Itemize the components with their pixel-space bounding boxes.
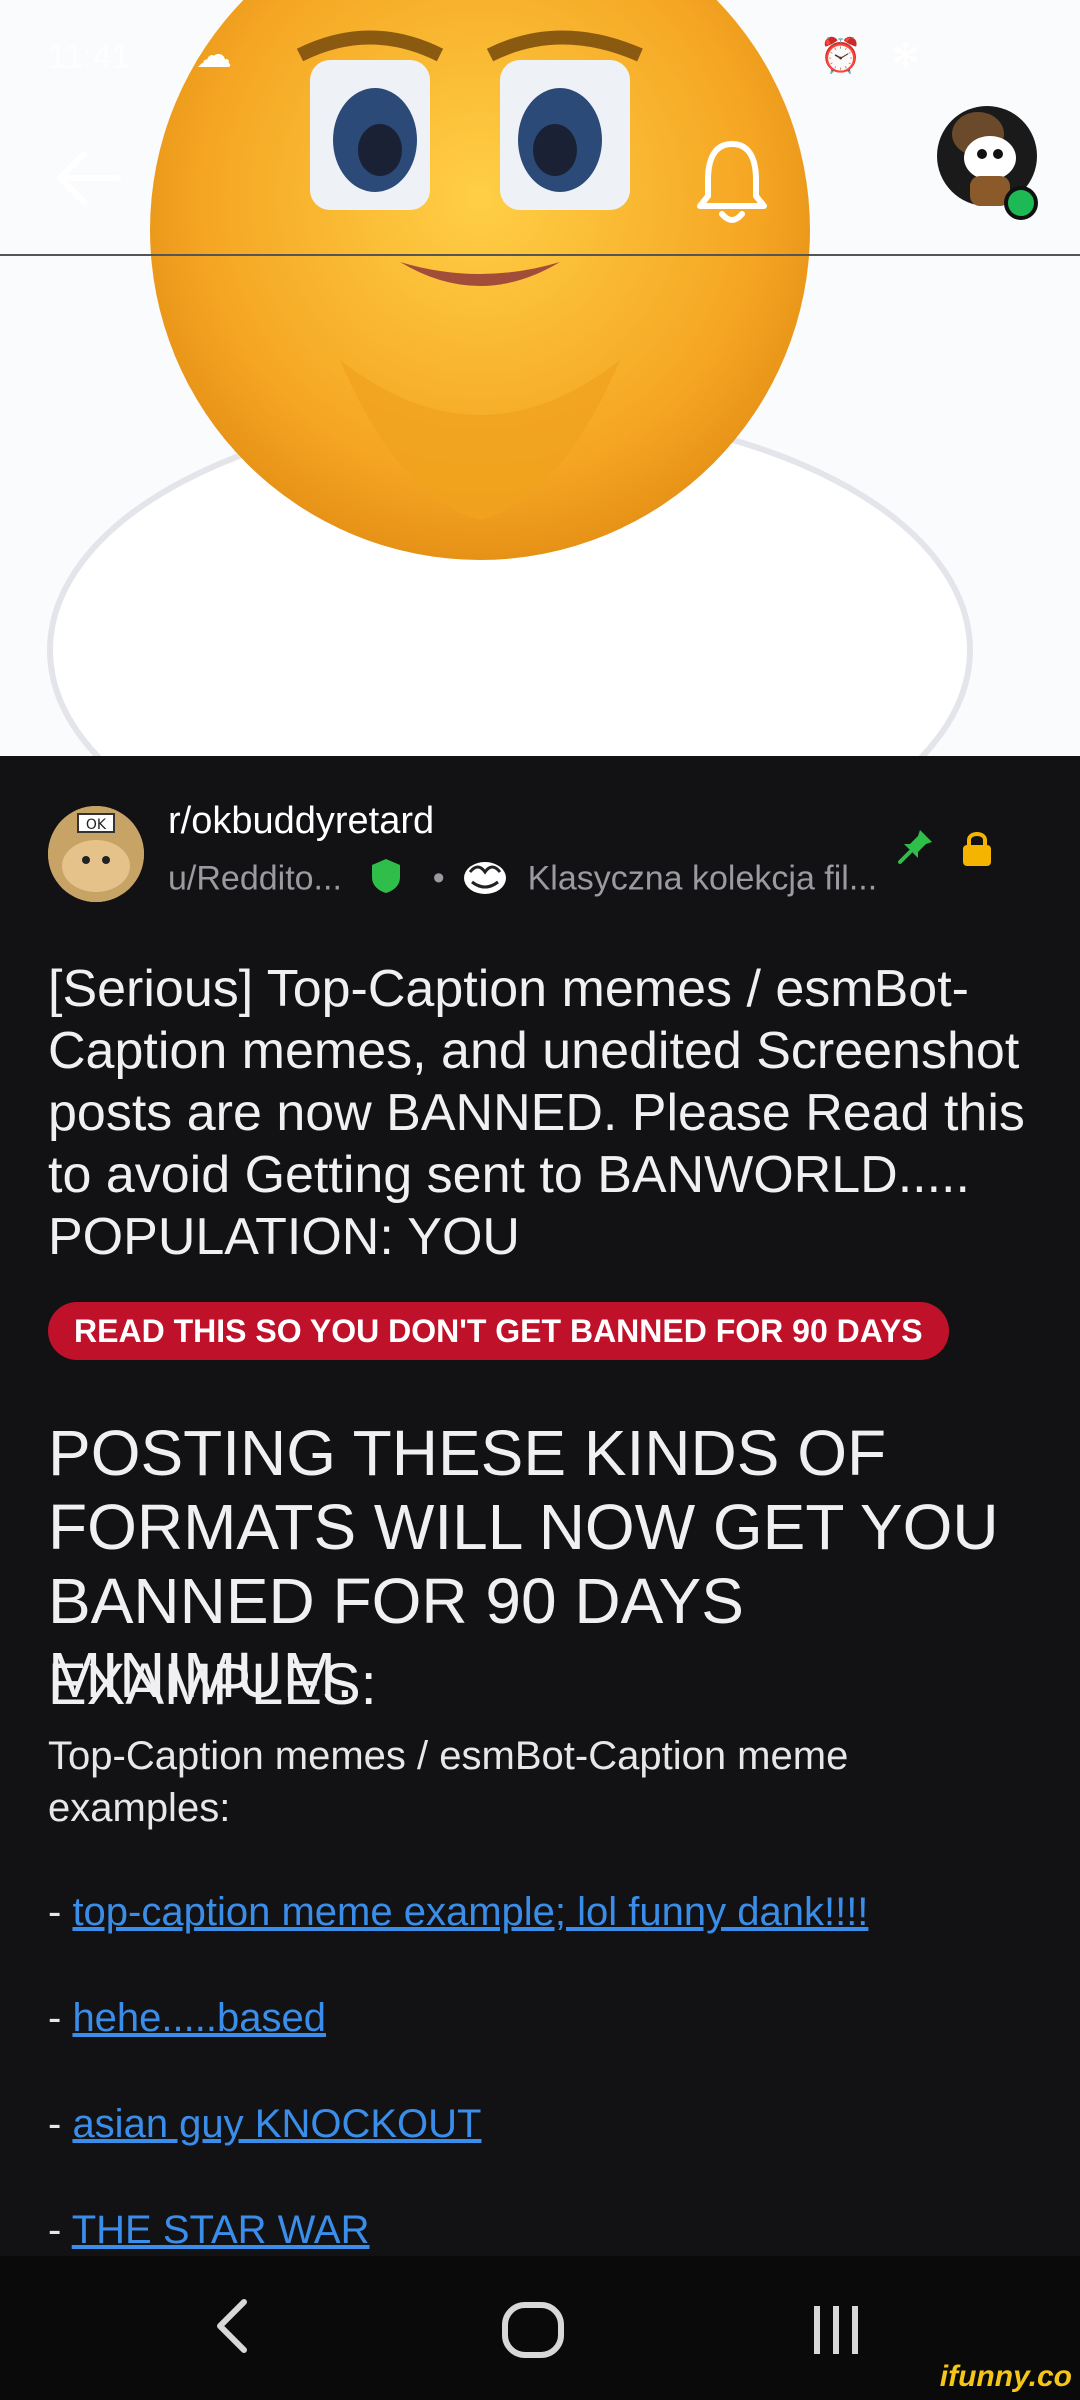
post-title[interactable]: [Serious] Top-Caption memes / esmBot-Cap… (48, 958, 1038, 1268)
status-bar: 11:41 ☁ ⏰ ✻ (0, 30, 1080, 90)
lock-icon (960, 828, 994, 873)
list-item: - hehe.....based (48, 1996, 326, 2041)
top-app-bar (0, 100, 1080, 256)
list-bullet: - (48, 2208, 72, 2252)
list-bullet: - (48, 1996, 73, 2040)
example-link[interactable]: THE STAR WAR (72, 2208, 370, 2252)
list-item: - asian guy KNOCKOUT (48, 2102, 481, 2147)
subreddit-avatar[interactable]: OK (48, 806, 144, 902)
nav-recents-icon[interactable] (808, 2302, 864, 2363)
system-navigation-bar: ifunny.co (0, 2256, 1080, 2400)
example-link[interactable]: hehe.....based (72, 1996, 326, 2040)
list-item: - THE STAR WAR (48, 2208, 370, 2253)
list-item: - top-caption meme example; lol funny da… (48, 1890, 868, 1935)
flair-emoji-icon (462, 856, 508, 905)
separator: • (432, 859, 445, 898)
watermark: ifunny.co (939, 2360, 1072, 2393)
nav-home-icon[interactable] (500, 2300, 566, 2365)
status-time: 11:41 (48, 38, 131, 76)
bell-icon[interactable] (690, 136, 774, 228)
subreddit-avatar-text: OK (86, 817, 107, 833)
post-body-text: Top-Caption memes / esmBot-Caption meme … (48, 1734, 849, 1830)
list-bullet: - (48, 1890, 73, 1934)
cloud-icon: ☁ (196, 34, 232, 75)
examples-heading: EXAMPLES: (48, 1652, 377, 1717)
example-link[interactable]: asian guy KNOCKOUT (72, 2102, 481, 2146)
back-arrow-icon[interactable] (48, 138, 128, 218)
pin-icon (896, 826, 936, 871)
list-bullet: - (48, 2102, 73, 2146)
shield-icon (369, 857, 403, 904)
nav-back-icon[interactable] (212, 2296, 252, 2361)
post-image[interactable]: 11:41 ☁ ⏰ ✻ (0, 0, 1080, 756)
user-flair-text: Klasyczna kolekcja fil... (527, 859, 878, 898)
online-status-dot (1004, 186, 1038, 220)
example-link[interactable]: top-caption meme example; lol funny dank… (72, 1890, 868, 1934)
status-icons: ⏰ ✻ (819, 37, 930, 75)
author-username[interactable]: u/Reddito... (168, 859, 342, 897)
author-line: u/Reddito... • Klasyczna kolekcja fil... (168, 856, 877, 905)
subreddit-name[interactable]: r/okbuddyretard (168, 800, 434, 843)
post-flair-banner[interactable]: READ THIS SO YOU DON'T GET BANNED FOR 90… (48, 1302, 949, 1360)
